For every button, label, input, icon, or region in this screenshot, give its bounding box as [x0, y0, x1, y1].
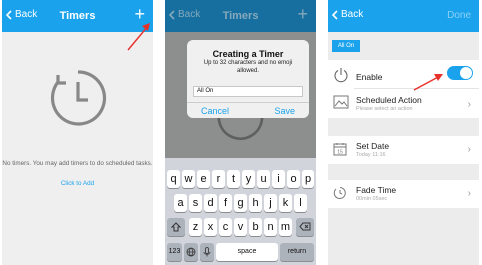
key-e[interactable]: e: [197, 170, 210, 188]
save-button[interactable]: Save: [274, 106, 295, 116]
timer-name-chip[interactable]: All On: [332, 40, 360, 52]
shift-icon: [170, 222, 182, 232]
power-icon: [334, 68, 348, 83]
microphone-icon: [203, 247, 211, 257]
key-z[interactable]: z: [189, 218, 202, 236]
enable-toggle[interactable]: [447, 66, 473, 80]
microphone-key[interactable]: [200, 243, 214, 261]
nav-bar: Back Done: [328, 0, 479, 32]
scheduled-action-label[interactable]: Scheduled Action: [356, 95, 422, 105]
key-i[interactable]: i: [272, 170, 285, 188]
key-p[interactable]: p: [302, 170, 314, 188]
space-key[interactable]: space: [216, 243, 278, 261]
create-timer-screen: Back Timers + Creating a Timer Up to 32 …: [165, 0, 316, 265]
add-timer-button[interactable]: +: [297, 4, 308, 24]
backspace-icon: [299, 222, 311, 231]
chevron-right-icon: ›: [467, 144, 471, 155]
key-r[interactable]: r: [212, 170, 225, 188]
key-n[interactable]: n: [264, 218, 277, 236]
key-a[interactable]: a: [174, 194, 187, 212]
chevron-right-icon: ›: [467, 188, 471, 199]
timer-settings-screen: Back Done All On Enable Scheduled Action…: [328, 0, 479, 265]
numbers-key[interactable]: 123: [167, 243, 182, 261]
key-b[interactable]: b: [249, 218, 262, 236]
key-l[interactable]: l: [294, 194, 307, 212]
timer-icon: [333, 187, 346, 199]
annotation-arrow-icon: [127, 23, 150, 51]
page-title: Timers: [222, 10, 259, 22]
dialog-subtitle: Up to 32 characters and no emoji allowed…: [203, 60, 293, 74]
key-k[interactable]: k: [279, 194, 292, 212]
key-c[interactable]: c: [219, 218, 232, 236]
globe-key[interactable]: [184, 243, 198, 261]
click-to-add-link[interactable]: Click to Add: [2, 180, 153, 187]
key-w[interactable]: w: [182, 170, 195, 188]
globe-icon: [186, 247, 196, 257]
key-d[interactable]: d: [204, 194, 217, 212]
set-date-sub: Today 11:16: [356, 152, 386, 158]
back-button[interactable]: Back: [332, 9, 363, 20]
set-date-row[interactable]: 15 Set Date Today 11:16 ›: [328, 136, 479, 164]
dialog-title: Creating a Timer: [212, 49, 284, 59]
return-key[interactable]: return: [280, 243, 314, 261]
key-q[interactable]: q: [167, 170, 180, 188]
done-button[interactable]: Done: [447, 10, 471, 21]
scheduled-action-sub: Please select an action: [356, 106, 413, 112]
keyboard: q w e r t y u i o p a s d f g h j k l z …: [165, 158, 316, 265]
back-label: Back: [341, 9, 364, 20]
key-v[interactable]: v: [234, 218, 247, 236]
key-g[interactable]: g: [234, 194, 247, 212]
key-t[interactable]: t: [227, 170, 240, 188]
key-f[interactable]: f: [219, 194, 232, 212]
fade-time-sub: 00min 05sec: [356, 196, 388, 202]
cancel-button[interactable]: Cancel: [201, 106, 229, 116]
key-s[interactable]: s: [189, 194, 202, 212]
key-m[interactable]: m: [279, 218, 292, 236]
annotation-arrow-icon: [413, 74, 443, 91]
create-timer-dialog: Creating a Timer Up to 32 characters and…: [187, 40, 309, 118]
shift-key[interactable]: [167, 218, 185, 236]
delete-key[interactable]: [296, 218, 314, 236]
chevron-left-icon: [332, 9, 338, 20]
fade-time-row[interactable]: Fade Time 00min 05sec ›: [328, 180, 479, 208]
divider: [187, 102, 309, 103]
key-y[interactable]: y: [242, 170, 255, 188]
key-j[interactable]: j: [264, 194, 277, 212]
nav-bar: Back Timers +: [165, 0, 316, 32]
enable-label: Enable: [356, 72, 383, 82]
key-x[interactable]: x: [204, 218, 217, 236]
toggle-knob: [460, 67, 472, 79]
key-h[interactable]: h: [249, 194, 262, 212]
enable-section: Enable Scheduled Action Please select an…: [328, 60, 479, 118]
set-date-label: Set Date: [356, 141, 390, 151]
fade-time-label: Fade Time: [356, 185, 397, 195]
empty-message: No timers. You may add timers to do sche…: [2, 160, 153, 167]
picture-icon: [333, 95, 349, 109]
svg-text:15: 15: [337, 150, 343, 156]
timers-empty-screen: Back Timers + No timers. You may add tim…: [2, 0, 153, 265]
chevron-right-icon: ›: [467, 99, 471, 110]
key-o[interactable]: o: [287, 170, 300, 188]
calendar-icon: 15: [333, 143, 347, 156]
clock-icon: [50, 70, 107, 126]
key-u[interactable]: u: [257, 170, 270, 188]
timer-name-input[interactable]: All On: [193, 86, 303, 97]
